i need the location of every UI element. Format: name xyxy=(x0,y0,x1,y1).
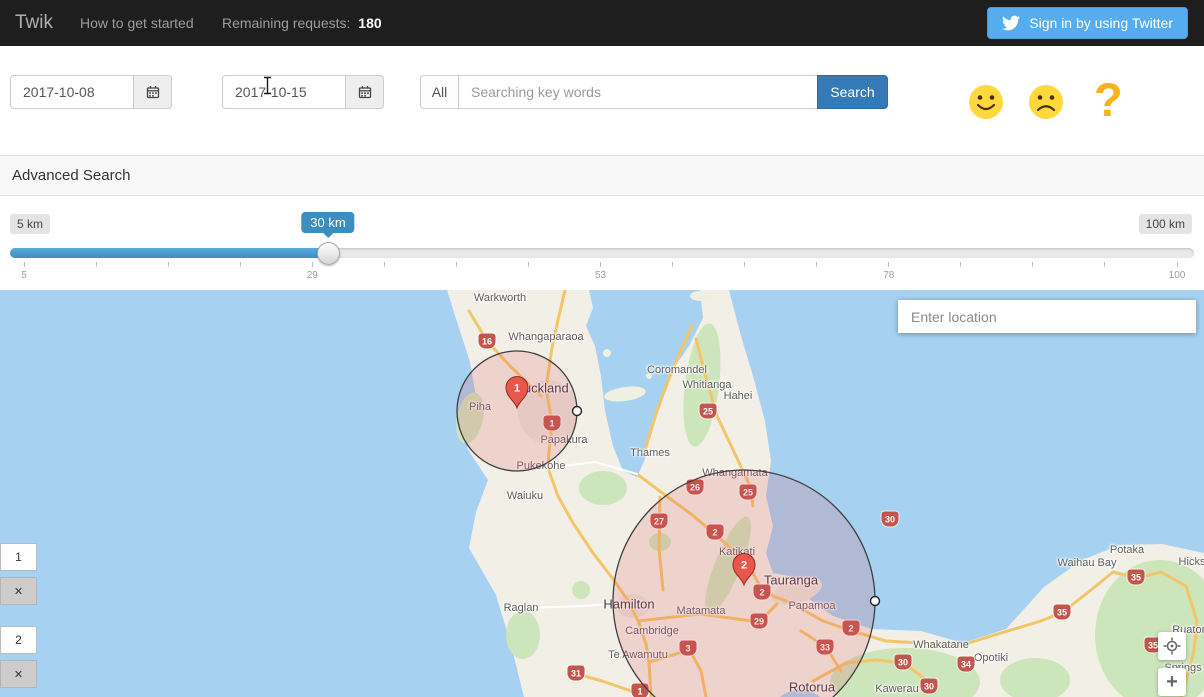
happy-smiley-icon[interactable] xyxy=(967,83,1005,121)
geolocate-target-icon xyxy=(1163,637,1181,655)
slider-handle[interactable] xyxy=(317,242,340,265)
slider-min-label: 5 km xyxy=(10,214,51,234)
island xyxy=(690,291,710,301)
slider-tick xyxy=(311,262,313,267)
navbar: Twik How to get started Remaining reques… xyxy=(0,0,1204,46)
geolocate-button[interactable] xyxy=(1158,632,1186,660)
date-from-calendar-button[interactable] xyxy=(134,75,172,109)
circle-list-item: 2 xyxy=(0,626,37,654)
circle-list-item: 1 xyxy=(0,543,37,571)
forest-area xyxy=(579,471,627,505)
slider-tick xyxy=(600,262,601,267)
date-from-group xyxy=(10,75,172,109)
slider-tick-label: 78 xyxy=(883,270,895,281)
remaining-requests-count: 180 xyxy=(358,15,382,31)
how-to-get-started-link[interactable]: How to get started xyxy=(80,0,194,46)
date-from-input[interactable] xyxy=(10,75,134,109)
slider-tick xyxy=(744,262,746,267)
search-scope-selector[interactable]: All xyxy=(420,75,458,109)
advanced-search-title: Advanced Search xyxy=(12,167,131,184)
brand[interactable]: Twik xyxy=(15,0,53,46)
slider-tick xyxy=(816,262,818,267)
slider-tick xyxy=(1032,262,1034,267)
slider-tick xyxy=(23,262,25,267)
advanced-search-header[interactable]: Advanced Search xyxy=(0,155,1204,196)
remaining-requests: Remaining requests: 180 xyxy=(222,0,382,46)
forest-area xyxy=(572,581,590,599)
slider-tick xyxy=(888,262,890,267)
help-icon[interactable]: ? xyxy=(1094,70,1123,130)
search-button[interactable]: Search xyxy=(817,75,888,109)
map-canvas[interactable] xyxy=(0,290,1204,697)
slider-tick xyxy=(527,262,529,267)
search-toolbar: All Search ? xyxy=(0,46,1204,155)
zoom-in-button[interactable]: + xyxy=(1158,668,1186,696)
circle-remove-button[interactable]: ✕ xyxy=(0,577,37,605)
slider-tick xyxy=(455,262,457,267)
slider-tick-label: 5 xyxy=(21,270,27,281)
slider-tick xyxy=(239,262,241,267)
slider-max-label: 100 km xyxy=(1138,214,1192,234)
slider-tick-label: 53 xyxy=(594,270,607,281)
slider-track[interactable] xyxy=(10,248,1194,258)
keywords-input[interactable] xyxy=(458,75,818,109)
urban-area xyxy=(616,594,650,618)
slider-tick xyxy=(383,262,385,267)
calendar-icon xyxy=(146,86,159,99)
slider-tick xyxy=(95,262,97,267)
circle-remove-button[interactable]: ✕ xyxy=(0,660,37,688)
sad-smiley-icon[interactable] xyxy=(1027,83,1065,121)
map-region: Warkworth Whangaparaoa Coromandel Whitianga… xyxy=(0,290,1204,697)
island xyxy=(646,373,652,379)
slider-tick xyxy=(167,262,169,267)
twitter-signin-button[interactable]: Sign in by using Twitter xyxy=(987,7,1188,39)
remaining-requests-label: Remaining requests: xyxy=(222,15,351,31)
slider-section: 5 km 100 km 30 km 5 29 53 78 100 xyxy=(0,196,1204,290)
keyword-search-group: All Search xyxy=(420,75,888,109)
slider-tick xyxy=(960,262,962,267)
twitter-signin-label: Sign in by using Twitter xyxy=(1029,15,1173,31)
date-to-calendar-button[interactable] xyxy=(346,75,384,109)
slider-tick-label: 29 xyxy=(306,270,318,281)
slider-value-tooltip: 30 km xyxy=(301,212,355,233)
map-location-input[interactable] xyxy=(898,300,1196,333)
slider-tick xyxy=(672,262,674,267)
forest-area xyxy=(506,611,540,659)
date-to-group xyxy=(222,75,384,109)
island xyxy=(603,349,611,357)
twitter-bird-icon xyxy=(1002,15,1021,31)
slider-selection xyxy=(10,248,328,258)
urban-area xyxy=(518,380,578,444)
date-to-input[interactable] xyxy=(222,75,346,109)
slider-tick xyxy=(1104,262,1106,267)
calendar-icon xyxy=(358,86,371,99)
slider-tick xyxy=(1176,262,1178,267)
slider-tick-label: 100 xyxy=(1168,270,1186,281)
